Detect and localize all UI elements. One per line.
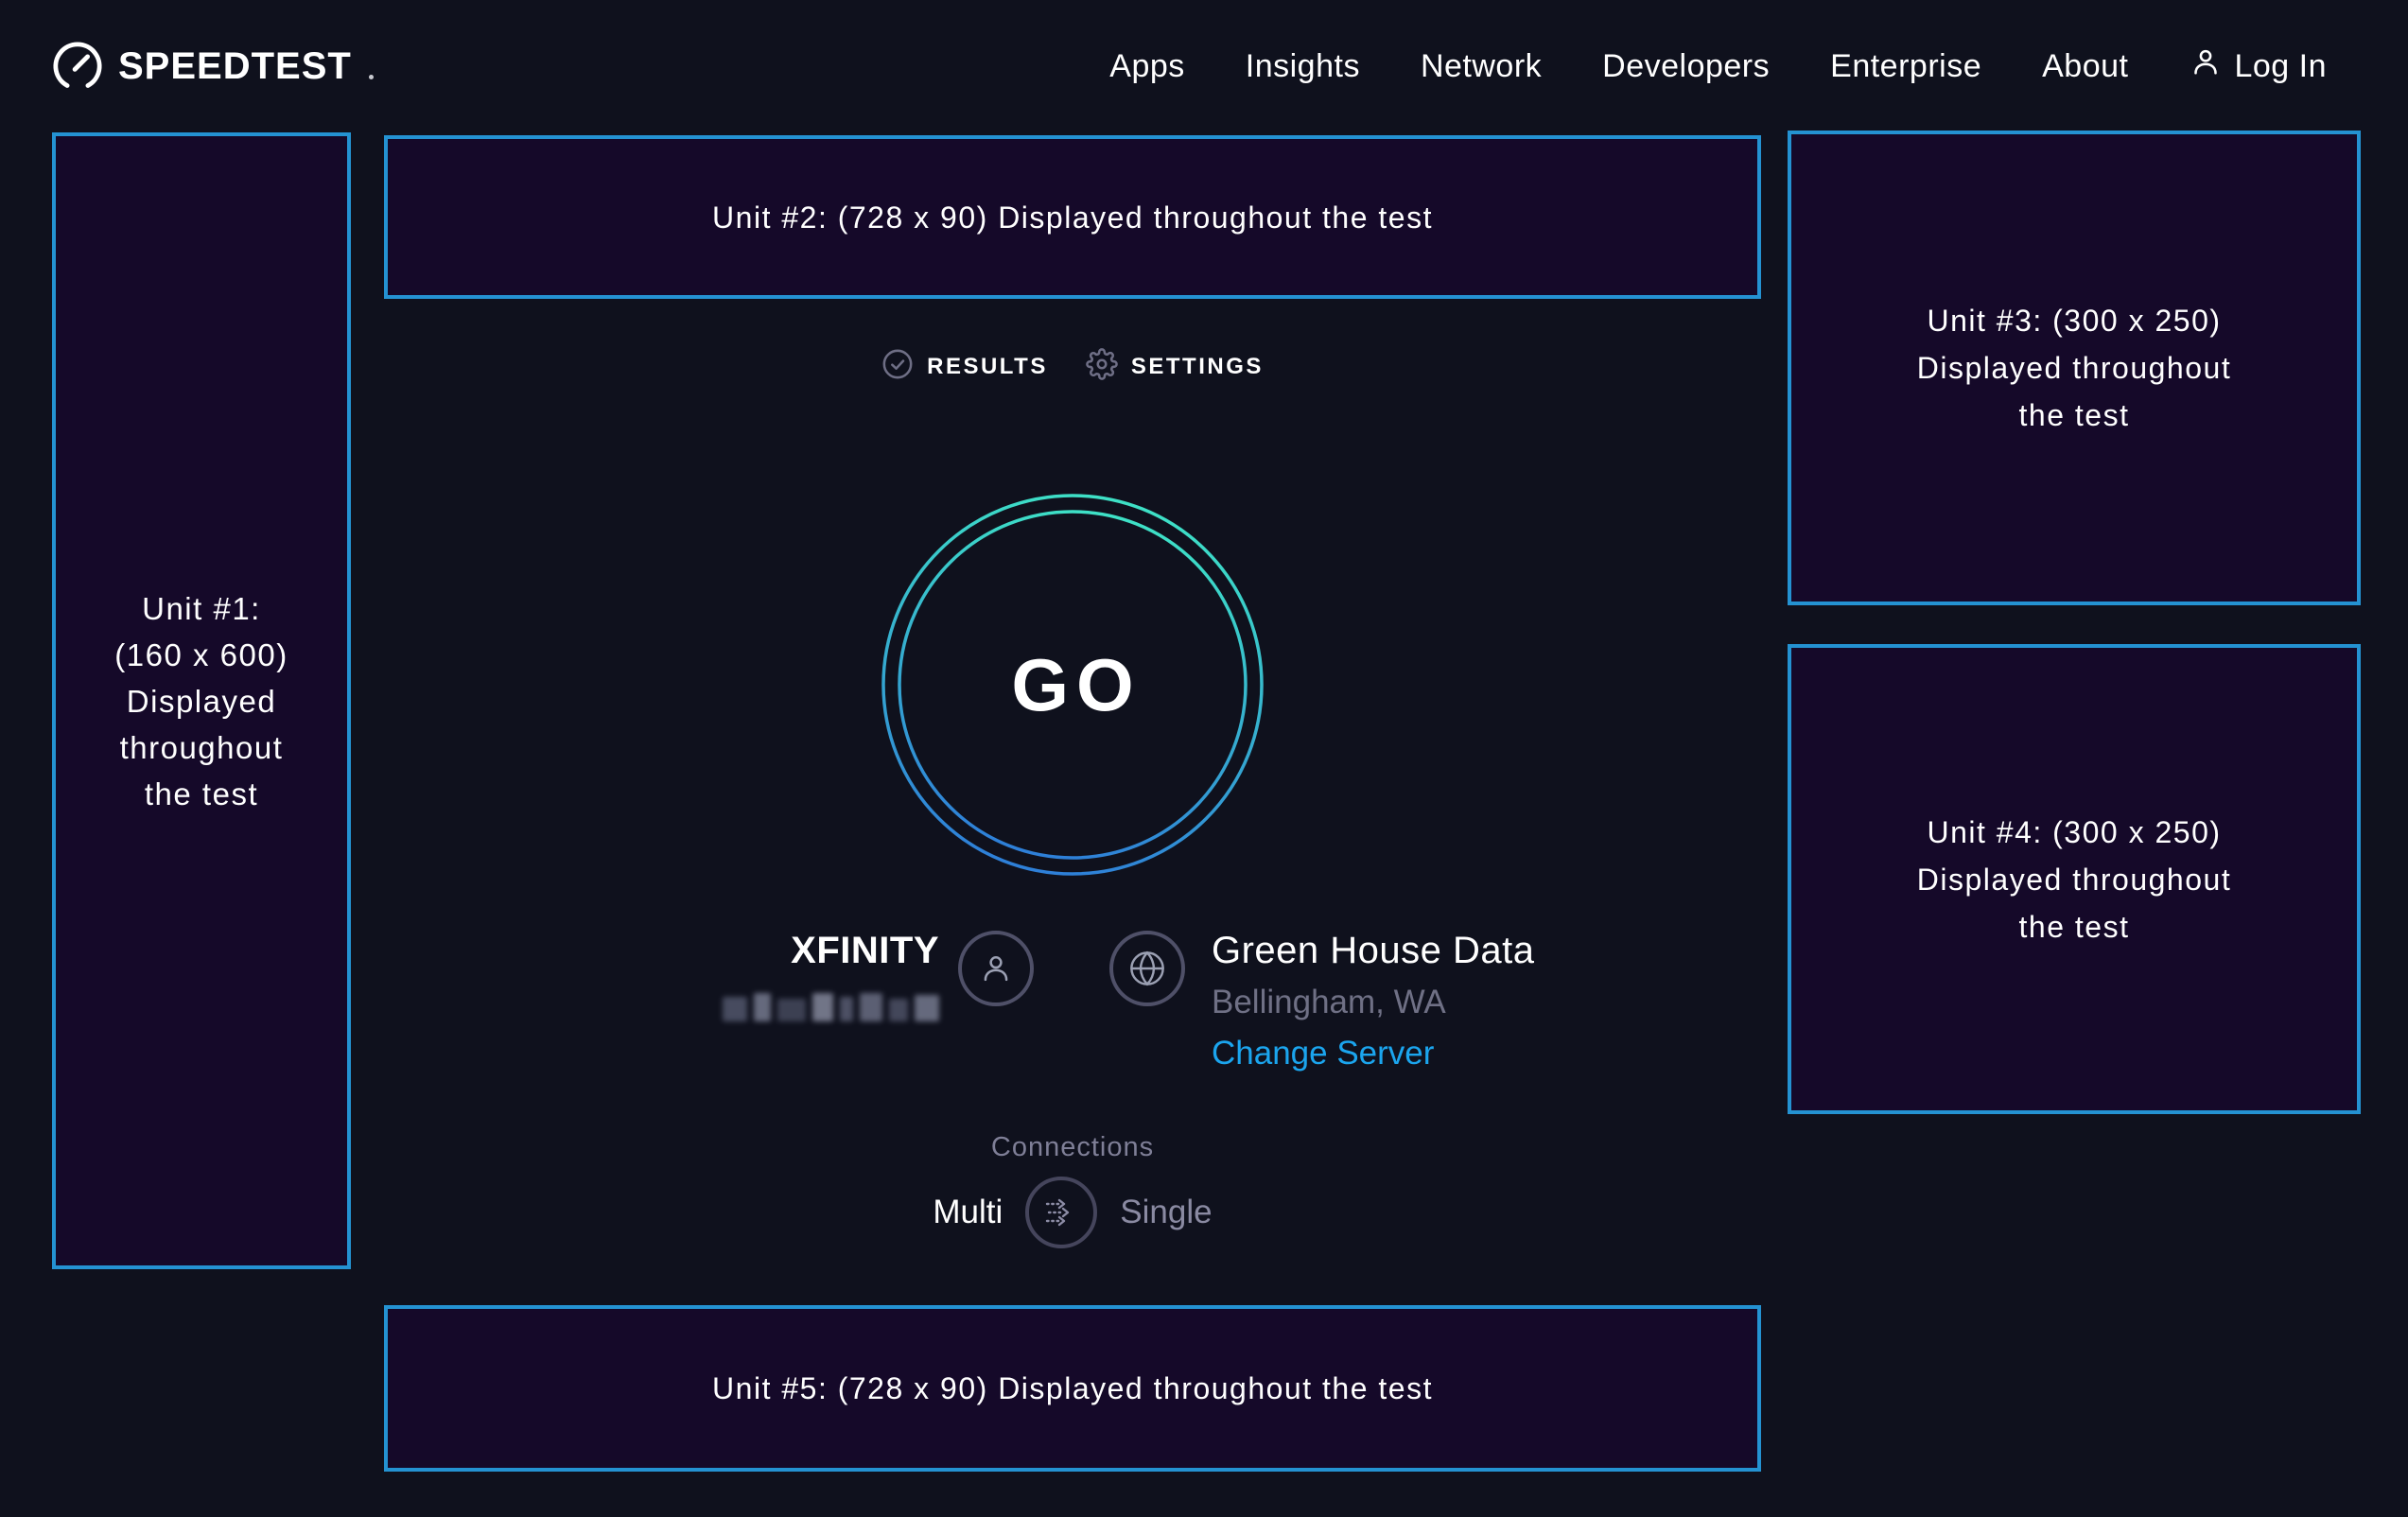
isp-user-icon xyxy=(958,931,1034,1006)
server-name: Green House Data xyxy=(1212,929,1535,972)
isp-block: XFINITY xyxy=(384,929,1073,1072)
login-button[interactable]: Log In xyxy=(2189,45,2327,88)
nav-item-enterprise[interactable]: Enterprise xyxy=(1830,48,1981,85)
ad-unit-3-text: Unit #3: (300 x 250) Displayed throughou… xyxy=(1917,297,2231,439)
multi-connections-icon xyxy=(1040,1192,1082,1233)
login-label: Log In xyxy=(2234,48,2327,85)
nav-item-insights[interactable]: Insights xyxy=(1246,48,1360,85)
check-circle-icon xyxy=(881,348,914,385)
view-tabs: RESULTS SETTINGS xyxy=(384,348,1761,385)
ad-unit-4: Unit #4: (300 x 250) Displayed throughou… xyxy=(1788,644,2361,1114)
ad-unit-5-text: Unit #5: (728 x 90) Displayed throughout… xyxy=(712,1365,1433,1412)
top-nav-bar: SPEEDTEST Apps Insights Network Develope… xyxy=(0,0,2408,132)
server-globe-icon xyxy=(1109,931,1185,1006)
ad-unit-3: Unit #3: (300 x 250) Displayed throughou… xyxy=(1788,131,2361,605)
main-nav: Apps Insights Network Developers Enterpr… xyxy=(1109,45,2327,88)
ad-unit-1-text: Unit #1: (160 x 600) Displayed throughou… xyxy=(114,585,288,817)
ad-unit-1: Unit #1: (160 x 600) Displayed throughou… xyxy=(52,132,351,1269)
speedtest-page: SPEEDTEST Apps Insights Network Develope… xyxy=(0,0,2408,1517)
connection-mode-multi[interactable]: Multi xyxy=(933,1194,1003,1231)
tab-settings[interactable]: SETTINGS xyxy=(1086,348,1264,385)
server-block: Green House Data Bellingham, WA Change S… xyxy=(1073,929,1761,1072)
tab-results-label: RESULTS xyxy=(927,354,1048,380)
nav-item-about[interactable]: About xyxy=(2042,48,2128,85)
connections-section: Connections Multi Single xyxy=(384,1131,1761,1248)
speedtest-logo[interactable]: SPEEDTEST xyxy=(52,41,374,92)
ad-unit-4-text: Unit #4: (300 x 250) Displayed throughou… xyxy=(1917,809,2231,950)
isp-name: XFINITY xyxy=(791,929,939,972)
server-location: Bellingham, WA xyxy=(1212,984,1535,1021)
tab-settings-label: SETTINGS xyxy=(1131,354,1264,380)
gear-icon xyxy=(1086,348,1118,385)
nav-item-network[interactable]: Network xyxy=(1421,48,1542,85)
isp-ip-redacted xyxy=(723,993,939,1021)
connections-title: Connections xyxy=(991,1131,1154,1163)
go-button-label: GO xyxy=(881,493,1265,877)
user-icon xyxy=(2189,45,2223,88)
logo-wordmark: SPEEDTEST xyxy=(118,47,352,85)
test-endpoints-row: XFINITY Green House xyxy=(384,929,1761,1072)
connection-toggle[interactable] xyxy=(1025,1177,1097,1248)
connection-mode-single[interactable]: Single xyxy=(1120,1194,1212,1231)
trademark-mark xyxy=(369,75,374,79)
ad-unit-5: Unit #5: (728 x 90) Displayed throughout… xyxy=(384,1305,1761,1472)
tab-results[interactable]: RESULTS xyxy=(881,348,1048,385)
speedometer-icon xyxy=(52,41,103,92)
change-server-link[interactable]: Change Server xyxy=(1212,1035,1535,1072)
nav-item-apps[interactable]: Apps xyxy=(1109,48,1185,85)
go-button[interactable]: GO xyxy=(881,493,1265,877)
nav-item-developers[interactable]: Developers xyxy=(1602,48,1770,85)
ad-unit-2-text: Unit #2: (728 x 90) Displayed throughout… xyxy=(712,194,1433,241)
ad-unit-2: Unit #2: (728 x 90) Displayed throughout… xyxy=(384,135,1761,299)
connections-toggle-row: Multi Single xyxy=(933,1177,1212,1248)
